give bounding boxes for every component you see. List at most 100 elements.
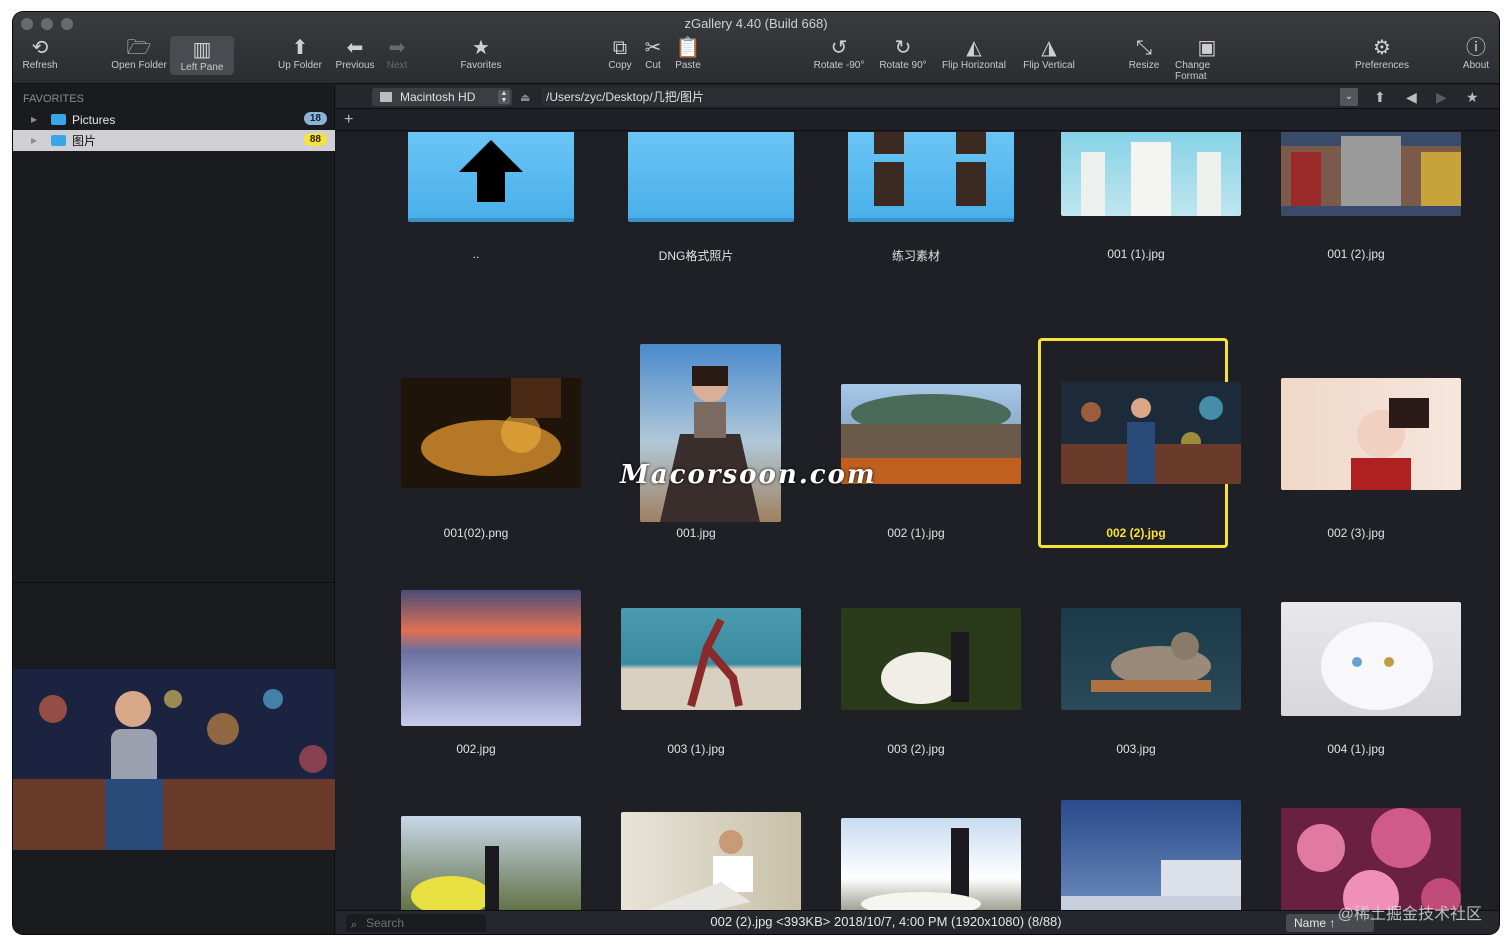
list-item[interactable]: 004 (1).jpg xyxy=(1246,554,1466,770)
refresh-icon: ⟲ xyxy=(31,37,49,59)
left-pane-button[interactable]: ▥ Left Pane xyxy=(170,36,234,75)
favorites-button[interactable]: ★ Favorites xyxy=(449,36,513,71)
list-item[interactable] xyxy=(366,770,586,910)
list-item[interactable]: 003.jpg xyxy=(1026,554,1246,770)
about-button[interactable]: ⓘ About xyxy=(1444,36,1499,71)
image-thumbnail xyxy=(621,812,801,910)
image-thumbnail xyxy=(621,608,801,710)
list-item[interactable] xyxy=(1026,770,1246,910)
favorite-star-icon[interactable]: ★ xyxy=(1466,89,1479,106)
status-info: 002 (2).jpg <393KB> 2018/10/7, 4:00 PM (… xyxy=(710,914,1062,929)
resize-button[interactable]: ⤡ Resize xyxy=(1112,36,1176,71)
image-thumbnail xyxy=(1061,800,1241,910)
search-field[interactable]: ⌕ Search xyxy=(346,914,486,932)
open-folder-button[interactable]: 🗁 Open Folder xyxy=(107,36,171,71)
change-format-button[interactable]: ▣ Change Format xyxy=(1175,36,1239,82)
sidebar-item-images[interactable]: ▶ 图片 88 xyxy=(13,130,335,151)
add-tab-button[interactable]: + xyxy=(344,111,353,129)
refresh-button[interactable]: ⟲ Refresh xyxy=(13,36,72,71)
rotate-right-button[interactable]: ↻ Rotate 90° xyxy=(871,36,935,71)
image-thumbnail xyxy=(841,818,1021,910)
path-bar: Macintosh HD ▲ ▼ ⏏ /Users/zyc/Desktop/几把/… xyxy=(336,85,1499,109)
flip-horizontal-button[interactable]: ◭ Flip Horizontal xyxy=(942,36,1006,71)
favorites-header: FAVORITES xyxy=(23,93,84,105)
image-thumbnail xyxy=(1061,132,1241,216)
gear-icon: ⚙ xyxy=(1373,37,1391,59)
back-arrow-icon[interactable]: ◀ xyxy=(1406,89,1417,106)
toolbar: zGallery 4.40 (Build 668) ⟲ Refresh 🗁 Open… xyxy=(13,12,1499,84)
arrow-right-icon: ➡ xyxy=(388,37,406,59)
folder-icon xyxy=(628,132,794,222)
list-item[interactable]: 001(02).png xyxy=(366,338,586,554)
preview-image xyxy=(13,669,335,850)
list-item-selected[interactable]: 002 (2).jpg xyxy=(1026,338,1246,554)
folder-icon xyxy=(51,135,66,146)
watermark: Macorsoon.com xyxy=(620,460,877,490)
stepper-icon: ▲ ▼ xyxy=(498,90,510,104)
sidebar-icon: ▥ xyxy=(192,39,212,61)
list-item[interactable]: 002 (3).jpg xyxy=(1246,338,1466,554)
disclosure-triangle-icon[interactable]: ▶ xyxy=(31,115,41,124)
eject-icon[interactable]: ⏏ xyxy=(520,91,530,104)
corner-watermark: @稀土掘金技术社区 xyxy=(1337,906,1482,923)
search-icon: ⌕ xyxy=(351,919,358,931)
rotate-right-icon: ↻ xyxy=(894,37,912,59)
image-thumbnail xyxy=(401,816,581,910)
info-icon: ⓘ xyxy=(1466,37,1486,59)
list-item[interactable]: DNG格式照片 xyxy=(586,132,806,338)
image-thumbnail xyxy=(841,608,1021,710)
volume-selector[interactable]: Macintosh HD ▲ ▼ xyxy=(372,88,512,106)
sidebar-item-pictures[interactable]: ▶ Pictures 18 xyxy=(13,109,335,130)
list-item[interactable]: 001.jpg xyxy=(586,338,806,554)
list-item[interactable]: 练习素材 xyxy=(806,132,1026,338)
thumbnail-grid[interactable]: .. DNG格式照片 练习素材 001 (1).jpg 001 (2).jpg … xyxy=(336,132,1499,910)
image-thumbnail xyxy=(401,378,581,488)
star-icon: ★ xyxy=(472,37,490,59)
rotate-left-icon: ↺ xyxy=(830,37,848,59)
flip-vertical-button[interactable]: ◮ Flip Vertical xyxy=(1017,36,1081,71)
list-item[interactable] xyxy=(1246,770,1466,910)
list-item[interactable] xyxy=(806,770,1026,910)
image-thumbnail xyxy=(1061,608,1241,710)
folder-icon xyxy=(848,132,1014,222)
path-field[interactable]: /Users/zyc/Desktop/几把/图片 xyxy=(542,88,1358,106)
arrow-left-icon: ⬅ xyxy=(346,37,364,59)
favorites-tree: ▶ Pictures 18 ▶ 图片 88 xyxy=(13,109,335,151)
image-thumbnail xyxy=(640,344,781,522)
disclosure-triangle-icon[interactable]: ▶ xyxy=(31,136,41,145)
list-item[interactable]: 002.jpg xyxy=(366,554,586,770)
folder-open-icon: 🗁 xyxy=(126,37,152,59)
list-item[interactable]: 003 (2).jpg xyxy=(806,554,1026,770)
main-pane: Macintosh HD ▲ ▼ ⏏ /Users/zyc/Desktop/几把/… xyxy=(336,85,1499,934)
image-thumbnail xyxy=(1281,602,1461,716)
folder-icon xyxy=(51,114,66,125)
rotate-left-button[interactable]: ↺ Rotate -90° xyxy=(807,36,871,71)
path-dropdown[interactable]: ⌄ xyxy=(1340,88,1358,106)
format-icon: ▣ xyxy=(1197,37,1217,59)
list-item[interactable]: 003 (1).jpg xyxy=(586,554,806,770)
list-item[interactable] xyxy=(586,770,806,910)
preferences-button[interactable]: ⚙ Preferences xyxy=(1350,36,1414,71)
up-arrow-icon[interactable]: ⬆ xyxy=(1374,89,1386,106)
resize-icon: ⤡ xyxy=(1136,37,1152,59)
count-badge: 18 xyxy=(303,112,327,125)
arrow-up-icon xyxy=(459,140,523,202)
list-item[interactable]: 001 (2).jpg xyxy=(1246,132,1466,338)
tab-bar: + xyxy=(336,109,1499,131)
forward-arrow-icon[interactable]: ▶ xyxy=(1436,89,1447,106)
window-title: zGallery 4.40 (Build 668) xyxy=(684,16,828,31)
next-button[interactable]: ➡ Next xyxy=(365,36,429,71)
image-thumbnail xyxy=(1281,132,1461,216)
list-item[interactable]: 002 (1).jpg xyxy=(806,338,1026,554)
count-badge: 88 xyxy=(303,133,327,146)
paste-button[interactable]: 📋 Paste xyxy=(656,36,720,71)
list-item[interactable]: .. xyxy=(366,132,586,338)
list-item[interactable]: 001 (1).jpg xyxy=(1026,132,1246,338)
status-bar: ⌕ Search 002 (2).jpg <393KB> 2018/10/7, … xyxy=(336,910,1499,934)
pane-divider[interactable] xyxy=(13,582,335,583)
flip-horizontal-icon: ◭ xyxy=(966,37,982,59)
image-thumbnail xyxy=(1281,808,1461,910)
flip-vertical-icon: ◮ xyxy=(1041,37,1057,59)
clipboard-icon: 📋 xyxy=(675,37,701,59)
arrow-up-icon: ⬆ xyxy=(291,37,309,59)
